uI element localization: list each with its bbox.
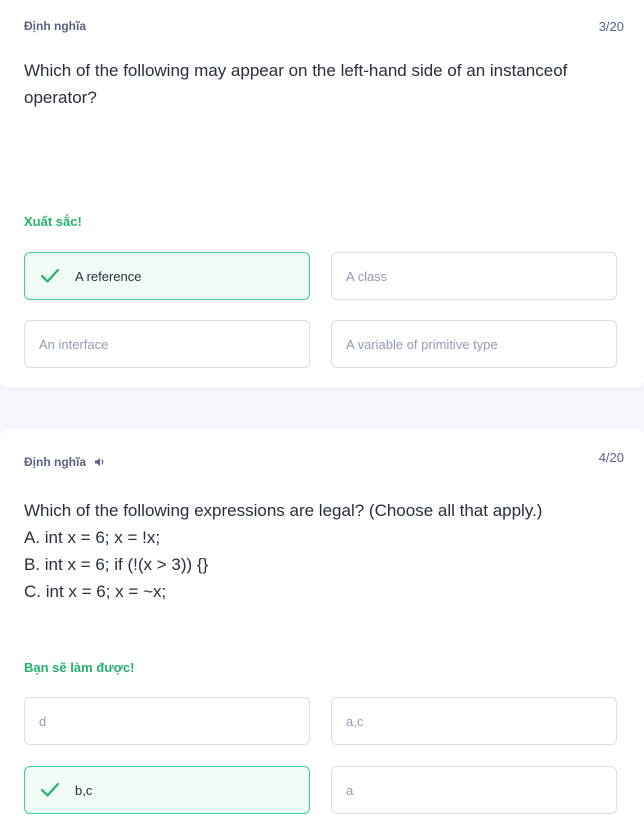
option-label: a,c <box>346 713 364 729</box>
option-label: a <box>346 782 354 798</box>
term-label: Định nghĩa <box>24 19 86 33</box>
flashcard-question-4: Định nghĩa 4/20 Which of the following e… <box>0 429 644 829</box>
answer-option-a[interactable]: a <box>331 766 617 814</box>
option-label: b,c <box>75 782 93 798</box>
answer-option-a-class[interactable]: A class <box>331 252 617 300</box>
answer-option-a-reference[interactable]: A reference <box>24 252 310 300</box>
check-icon <box>39 265 61 287</box>
option-label: An interface <box>39 336 109 352</box>
feedback-message: Bạn sẽ làm được! <box>24 660 135 675</box>
option-label: A reference <box>75 268 142 284</box>
check-icon <box>39 779 61 801</box>
feedback-message: Xuất sắc! <box>24 214 82 229</box>
term-label: Định nghĩa <box>24 455 106 469</box>
answer-option-d[interactable]: d <box>24 697 310 745</box>
flashcard-question-3: Định nghĩa 3/20 Which of the following m… <box>0 0 644 388</box>
question-text: Which of the following expressions are l… <box>24 501 543 601</box>
option-label: d <box>39 713 47 729</box>
question-counter: 3/20 <box>598 19 624 34</box>
speaker-icon[interactable] <box>94 456 106 468</box>
answer-option-primitive-variable[interactable]: A variable of primitive type <box>331 320 617 368</box>
answer-option-an-interface[interactable]: An interface <box>24 320 310 368</box>
question-text: Which of the following may appear on the… <box>24 61 568 107</box>
option-label: A class <box>346 268 388 284</box>
answer-option-b-c[interactable]: b,c <box>24 766 310 814</box>
question-counter: 4/20 <box>598 450 624 465</box>
option-label: A variable of primitive type <box>346 336 498 352</box>
answer-option-a-c[interactable]: a,c <box>331 697 617 745</box>
